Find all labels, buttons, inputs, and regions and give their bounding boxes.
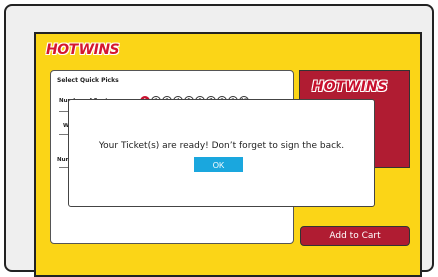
ok-button[interactable]: OK xyxy=(194,157,243,172)
add-to-cart-button[interactable]: Add to Cart xyxy=(300,226,410,246)
panel-title: Select Quick Picks xyxy=(57,77,119,84)
logo-hot-text: HOT xyxy=(46,42,78,58)
logo-wins-text: WINS xyxy=(78,42,120,58)
ticket-ready-dialog: Your Ticket(s) are ready! Don’t forget t… xyxy=(68,99,375,207)
side-logo-hot-text: HOT xyxy=(312,79,346,95)
side-logo-wins-text: WINS xyxy=(345,79,388,95)
dialog-message: Your Ticket(s) are ready! Don’t forget t… xyxy=(98,141,345,151)
hotwins-logo: HOTWINS xyxy=(46,42,120,58)
side-hotwins-logo: HOTWINS xyxy=(312,79,388,95)
